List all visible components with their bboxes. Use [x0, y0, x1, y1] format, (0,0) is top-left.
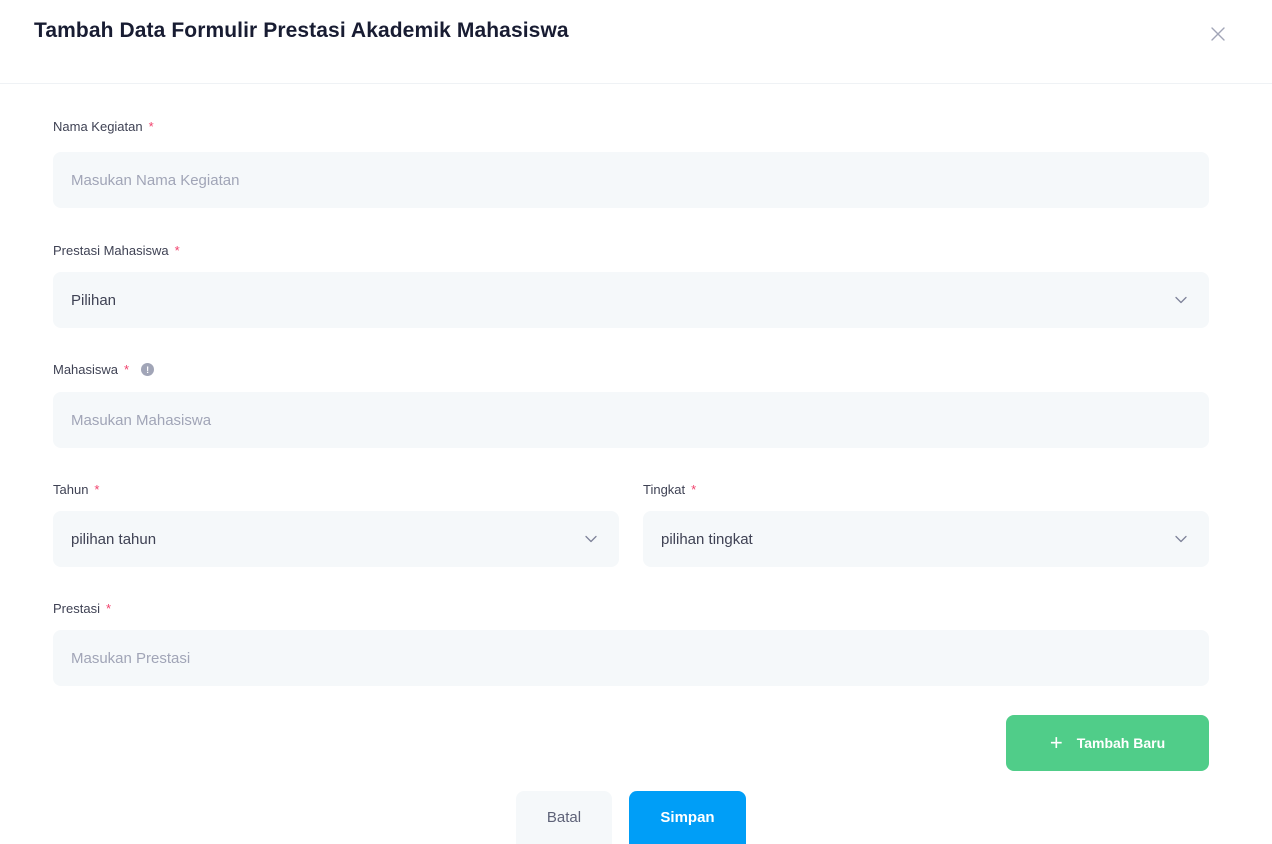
tahun-label-text: Tahun [53, 482, 89, 497]
prestasi-placeholder: Masukan Prestasi [71, 649, 191, 667]
tahun-label: Tahun * [53, 482, 99, 497]
required-marker: * [174, 243, 180, 258]
info-icon[interactable]: ! [141, 363, 155, 376]
add-achievement-modal: Tambah Data Formulir Prestasi Akademik M… [0, 0, 1272, 844]
save-button[interactable]: Simpan [629, 791, 746, 844]
nama-kegiatan-label: Nama Kegiatan * [53, 119, 154, 134]
close-icon [1211, 27, 1225, 41]
required-marker: * [148, 119, 154, 134]
cancel-label: Batal [546, 809, 582, 826]
plus-icon: + [1049, 730, 1063, 755]
mahasiswa-placeholder: Masukan Mahasiswa [71, 411, 212, 429]
prestasi-mahasiswa-select[interactable]: Pilihan [53, 272, 1209, 328]
mahasiswa-input[interactable]: Masukan Mahasiswa [53, 392, 1209, 448]
chevron-down-icon [1175, 296, 1187, 304]
prestasi-mahasiswa-selected: Pilihan [71, 291, 117, 309]
prestasi-input[interactable]: Masukan Prestasi [53, 630, 1209, 686]
prestasi-mahasiswa-label-text: Prestasi Mahasiswa [53, 243, 169, 258]
close-button[interactable] [1206, 22, 1230, 46]
modal-title: Tambah Data Formulir Prestasi Akademik M… [34, 19, 569, 42]
required-marker: * [691, 482, 697, 497]
tingkat-select[interactable]: pilihan tingkat [643, 511, 1209, 567]
chevron-down-icon [1175, 535, 1187, 543]
nama-kegiatan-placeholder: Masukan Nama Kegiatan [71, 171, 240, 189]
add-new-label: Tambah Baru [1076, 735, 1166, 751]
tingkat-label-text: Tingkat [643, 482, 686, 497]
nama-kegiatan-label-text: Nama Kegiatan [53, 119, 143, 134]
prestasi-label: Prestasi * [53, 601, 111, 616]
prestasi-mahasiswa-label: Prestasi Mahasiswa * [53, 243, 180, 258]
required-marker: * [94, 482, 100, 497]
required-marker: * [124, 362, 130, 377]
mahasiswa-label-text: Mahasiswa [53, 362, 119, 377]
required-marker: * [105, 601, 112, 616]
tahun-selected: pilihan tahun [71, 530, 157, 548]
cancel-button[interactable]: Batal [516, 791, 612, 844]
chevron-down-icon [585, 535, 597, 543]
tahun-select[interactable]: pilihan tahun [53, 511, 619, 567]
modal-header: Tambah Data Formulir Prestasi Akademik M… [0, 0, 1272, 84]
nama-kegiatan-input[interactable]: Masukan Nama Kegiatan [53, 152, 1209, 208]
prestasi-label-text: Prestasi [53, 601, 100, 616]
save-label: Simpan [660, 809, 715, 826]
tingkat-selected: pilihan tingkat [661, 530, 753, 548]
mahasiswa-label: Mahasiswa * ! [53, 362, 155, 377]
add-new-button[interactable]: + Tambah Baru [1006, 715, 1209, 771]
tingkat-label: Tingkat * [643, 482, 696, 497]
